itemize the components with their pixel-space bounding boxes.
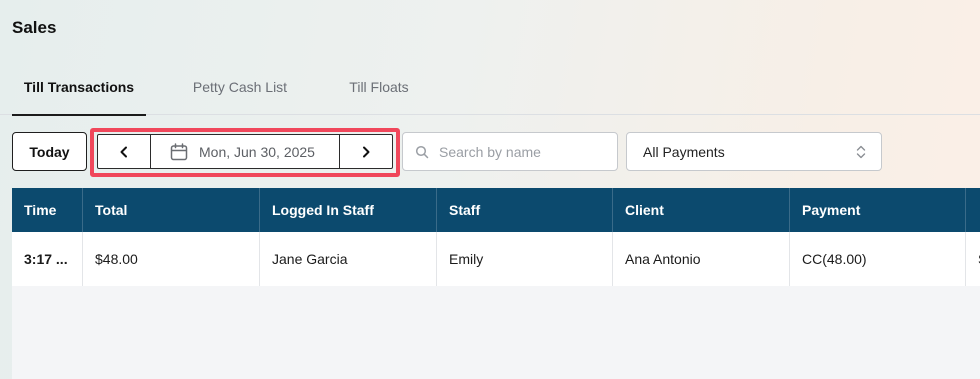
column-header-more[interactable] [966,188,980,232]
tab-till-floats[interactable]: Till Floats [336,64,422,115]
cell-logged-in-staff: Jane Garcia [260,232,437,286]
payment-filter-value: All Payments [643,143,725,160]
table-row[interactable]: 3:17 ... $48.00 Jane Garcia Emily Ana An… [12,232,980,286]
cell-time: 3:17 ... [12,232,83,286]
table-header: Time Total Logged In Staff Staff Client … [12,188,980,232]
next-day-button[interactable] [340,135,392,168]
chevron-up-down-icon [856,145,866,158]
date-navigator: Mon, Jun 30, 2025 [97,134,393,169]
payment-filter-select[interactable]: All Payments [626,132,882,171]
cell-client: Ana Antonio [613,232,790,286]
tab-petty-cash-list[interactable]: Petty Cash List [178,64,302,115]
cell-total: $48.00 [83,232,260,286]
column-header-logged-in-staff[interactable]: Logged In Staff [260,188,437,232]
cell-payment: CC(48.00) [790,232,966,286]
calendar-icon [170,142,188,160]
toolbar: Today Mon, Jun 30, 2025 All Payments [0,128,980,178]
date-picker[interactable]: Mon, Jun 30, 2025 [150,135,340,168]
tab-bar: Till Transactions Petty Cash List Till F… [0,64,980,116]
search-icon [415,145,429,158]
search-input[interactable] [439,143,599,160]
column-header-time[interactable]: Time [12,188,83,232]
tab-till-transactions[interactable]: Till Transactions [12,64,146,116]
selected-date: Mon, Jun 30, 2025 [199,143,315,160]
today-button[interactable]: Today [12,132,87,171]
search-box [402,132,618,171]
chevron-left-icon [120,146,127,157]
column-header-staff[interactable]: Staff [437,188,613,232]
transactions-table: Time Total Logged In Staff Staff Client … [12,188,980,379]
chevron-right-icon [363,146,370,157]
column-header-payment[interactable]: Payment [790,188,966,232]
column-header-client[interactable]: Client [613,188,790,232]
column-header-total[interactable]: Total [83,188,260,232]
cell-staff: Emily [437,232,613,286]
cell-more: S [966,232,980,286]
previous-day-button[interactable] [98,135,150,168]
page-title: Sales [12,18,57,37]
